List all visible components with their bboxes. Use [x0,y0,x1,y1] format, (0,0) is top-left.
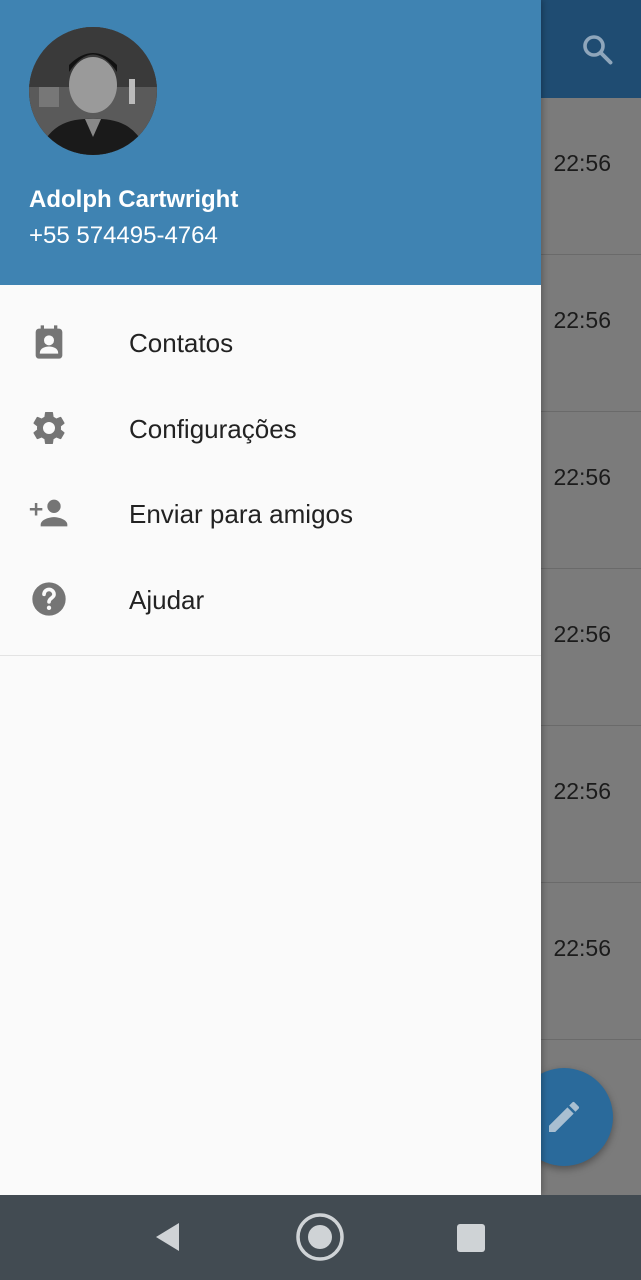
chat-row[interactable]: 22:56 [541,255,641,412]
invite-friends-icon [29,499,68,527]
chat-row[interactable]: 22:56 [541,412,641,569]
settings-gear-icon [33,411,65,444]
user-name: Adolph Cartwright [29,186,239,213]
chat-row[interactable]: 22:56 [541,726,641,883]
avatar-photo [29,27,157,155]
divider [0,655,541,656]
chat-time: 22:56 [553,621,611,647]
menu-item-label: Contatos [129,328,234,358]
chat-time: 22:56 [553,464,611,490]
chat-time: 22:56 [553,935,611,961]
navigation-drawer: Adolph Cartwright +55 574495-4764 Contat… [0,0,541,1195]
menu-item-ajudar[interactable]: Ajudar [0,557,541,643]
back-icon[interactable] [153,1219,181,1255]
help-icon [32,581,66,616]
menu-item-enviar-para-amigos[interactable]: Enviar para amigos [0,471,541,557]
avatar[interactable] [29,27,157,155]
menu-item-configuracoes[interactable]: Configurações [0,386,541,472]
menu-item-label: Enviar para amigos [129,499,353,529]
search-icon[interactable] [579,31,615,67]
user-phone: +55 574495-4764 [29,222,218,249]
menu-item-label: Ajudar [129,584,205,615]
system-nav-bar [0,1195,641,1280]
chat-row[interactable]: 22:56 [541,98,641,255]
chat-row[interactable]: 22:56 [541,883,641,1040]
home-icon[interactable] [295,1212,345,1262]
chat-time: 22:56 [553,150,611,176]
drawer-menu: Contatos Configurações Enviar para amigo… [0,300,541,642]
drawer-header: Adolph Cartwright +55 574495-4764 [0,0,541,285]
recent-apps-icon[interactable] [457,1224,485,1252]
chat-row[interactable]: 22:56 [541,569,641,726]
contacts-icon [35,325,63,359]
chat-time: 22:56 [553,307,611,333]
menu-item-label: Configurações [129,413,297,444]
menu-item-contatos[interactable]: Contatos [0,300,541,386]
chat-time: 22:56 [553,778,611,804]
chat-list: 22:56 22:56 22:56 22:56 22:56 22:56 [541,98,641,1040]
pencil-icon [549,1101,580,1132]
